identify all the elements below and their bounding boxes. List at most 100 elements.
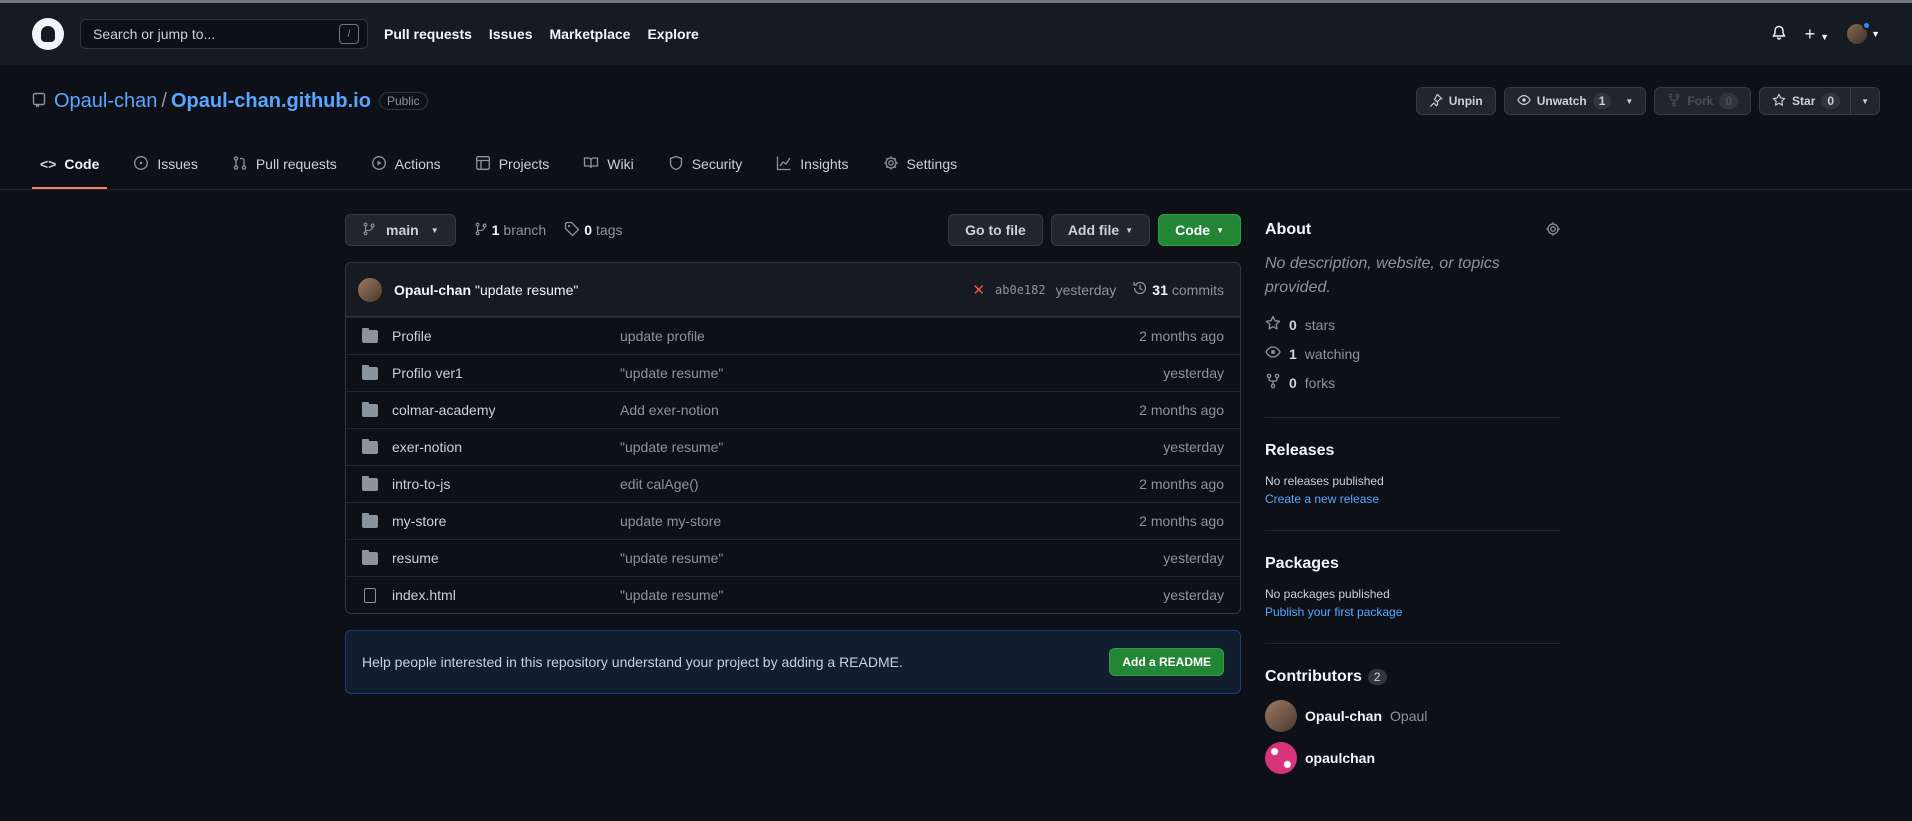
stars-link[interactable]: 0 stars [1265, 314, 1561, 335]
tab-issues[interactable]: Issues [125, 141, 205, 189]
go-to-file-button[interactable]: Go to file [948, 214, 1043, 246]
nav-issues[interactable]: Issues [489, 26, 533, 42]
repo-name-link[interactable]: Opaul-chan.github.io [171, 90, 371, 113]
tab-insights[interactable]: Insights [768, 141, 856, 189]
commit-sha[interactable]: ab0e182 [995, 283, 1046, 297]
repo-tabs: <> Code Issues Pull requests Actions Pro… [32, 141, 1880, 189]
nav-pull-requests[interactable]: Pull requests [384, 26, 472, 42]
list-item: intro-to-js edit calAge() 2 months ago [346, 465, 1240, 502]
code-icon: <> [40, 156, 57, 172]
commit-message[interactable]: "update resume" [475, 282, 578, 298]
fork-icon [1265, 373, 1281, 392]
latest-commit-row: Opaul-chan "update resume" ✕ ab0e182 yes… [346, 263, 1240, 317]
star-button[interactable]: Star 0 [1759, 87, 1852, 115]
watching-link[interactable]: 1 watching [1265, 343, 1561, 364]
file-commit-message[interactable]: "update resume" [620, 365, 1163, 381]
branch-name: main [386, 222, 419, 238]
global-nav: Pull requests Issues Marketplace Explore [384, 26, 699, 42]
list-item: exer-notion "update resume" yesterday [346, 428, 1240, 465]
file-commit-message[interactable]: "update resume" [620, 439, 1163, 455]
file-commit-message[interactable]: "update resume" [620, 550, 1163, 566]
fork-button[interactable]: Fork 0 [1654, 87, 1752, 115]
file-age: 2 months ago [1139, 513, 1224, 529]
file-name[interactable]: index.html [392, 587, 456, 603]
tab-security[interactable]: Security [660, 141, 751, 189]
file-name[interactable]: my-store [392, 513, 446, 529]
nav-marketplace[interactable]: Marketplace [550, 26, 631, 42]
packages-title[interactable]: Packages [1265, 555, 1561, 573]
unpin-button[interactable]: Unpin [1415, 87, 1496, 115]
commit-author[interactable]: Opaul-chan [394, 282, 471, 298]
forks-link[interactable]: 0 forks [1265, 372, 1561, 393]
add-file-button[interactable]: Add file ▼ [1050, 214, 1151, 246]
chevron-down-icon: ▼ [1861, 96, 1869, 106]
repo-title-row: Opaul-chan / Opaul-chan.github.io Public… [32, 85, 1880, 117]
create-release-link[interactable]: Create a new release [1265, 492, 1561, 506]
star-label: Star [1792, 94, 1816, 108]
tags-link[interactable]: 0 tags [564, 221, 622, 240]
file-name[interactable]: intro-to-js [392, 476, 450, 492]
branches-link[interactable]: 1 branch [474, 221, 546, 240]
file-list: Opaul-chan "update resume" ✕ ab0e182 yes… [345, 262, 1241, 614]
gear-icon[interactable] [1545, 221, 1561, 240]
contributors-title[interactable]: Contributors [1265, 668, 1362, 686]
search-input[interactable]: Search or jump to... / [80, 19, 368, 49]
file-name[interactable]: resume [392, 550, 439, 566]
tab-pull-requests[interactable]: Pull requests [224, 141, 345, 189]
folder-icon [362, 475, 378, 491]
repo-owner-link[interactable]: Opaul-chan [54, 90, 157, 113]
tab-code[interactable]: <> Code [32, 141, 108, 189]
file-name[interactable]: Profilo ver1 [392, 365, 463, 381]
tab-projects[interactable]: Projects [467, 141, 558, 189]
pin-icon [1429, 93, 1443, 110]
plus-dropdown-icon[interactable]: + ▼ [1805, 24, 1829, 45]
tag-icon [564, 221, 580, 240]
publish-package-link[interactable]: Publish your first package [1265, 605, 1561, 619]
github-logo-icon[interactable] [32, 18, 64, 50]
commit-meta: ✕ ab0e182 yesterday 31 commits [972, 280, 1224, 299]
toolbar-actions: Go to file Add file ▼ Code ▼ [948, 214, 1241, 246]
releases-title[interactable]: Releases [1265, 442, 1561, 460]
code-button[interactable]: Code ▼ [1158, 214, 1241, 246]
watch-count: 1 [1592, 93, 1612, 109]
file-commit-message[interactable]: "update resume" [620, 587, 1163, 603]
unwatch-button[interactable]: Unwatch 1 ▼ [1503, 87, 1647, 115]
forks-label: forks [1304, 374, 1336, 391]
branch-select-button[interactable]: main ▼ [345, 214, 456, 246]
file-age: yesterday [1163, 587, 1224, 603]
commit-count: 31 [1152, 281, 1168, 298]
star-list-dropdown[interactable]: ▼ [1851, 87, 1880, 115]
list-item: Profilo ver1 "update resume" yesterday [346, 354, 1240, 391]
file-name[interactable]: colmar-academy [392, 402, 495, 418]
file-toolbar: main ▼ 1 branch 0 tags Go to file Add fi… [345, 214, 1241, 246]
unpin-label: Unpin [1448, 94, 1483, 108]
file-commit-message[interactable]: update my-store [620, 513, 1139, 529]
folder-icon [362, 401, 378, 417]
contributor-item[interactable]: opaulchan [1265, 742, 1561, 774]
star-icon [1772, 93, 1786, 110]
avatar [1265, 700, 1297, 732]
nav-explore[interactable]: Explore [647, 26, 698, 42]
file-commit-message[interactable]: update profile [620, 328, 1139, 344]
contributor-item[interactable]: Opaul-chan Opaul [1265, 700, 1561, 732]
x-icon[interactable]: ✕ [972, 281, 985, 299]
user-avatar-menu[interactable]: ▼ [1847, 21, 1880, 44]
tab-settings[interactable]: Settings [875, 141, 966, 189]
path-separator: / [161, 89, 167, 112]
commit-count-label: commits [1171, 281, 1224, 298]
bell-icon[interactable] [1771, 25, 1787, 44]
file-commit-message[interactable]: edit calAge() [620, 476, 1139, 492]
file-commit-message[interactable]: Add exer-notion [620, 402, 1139, 418]
tab-actions[interactable]: Actions [363, 141, 449, 189]
tab-label: Projects [498, 156, 550, 172]
tag-label: tags [596, 222, 623, 238]
commits-link[interactable]: 31 commits [1132, 280, 1224, 299]
file-name[interactable]: Profile [392, 328, 432, 344]
add-readme-button[interactable]: Add a README [1109, 648, 1224, 676]
avatar[interactable] [358, 277, 382, 302]
file-name[interactable]: exer-notion [392, 439, 462, 455]
tab-wiki[interactable]: Wiki [575, 141, 641, 189]
contributor-login: opaulchan [1305, 750, 1376, 766]
file-age: 2 months ago [1139, 402, 1224, 418]
tab-label: Code [64, 156, 100, 172]
